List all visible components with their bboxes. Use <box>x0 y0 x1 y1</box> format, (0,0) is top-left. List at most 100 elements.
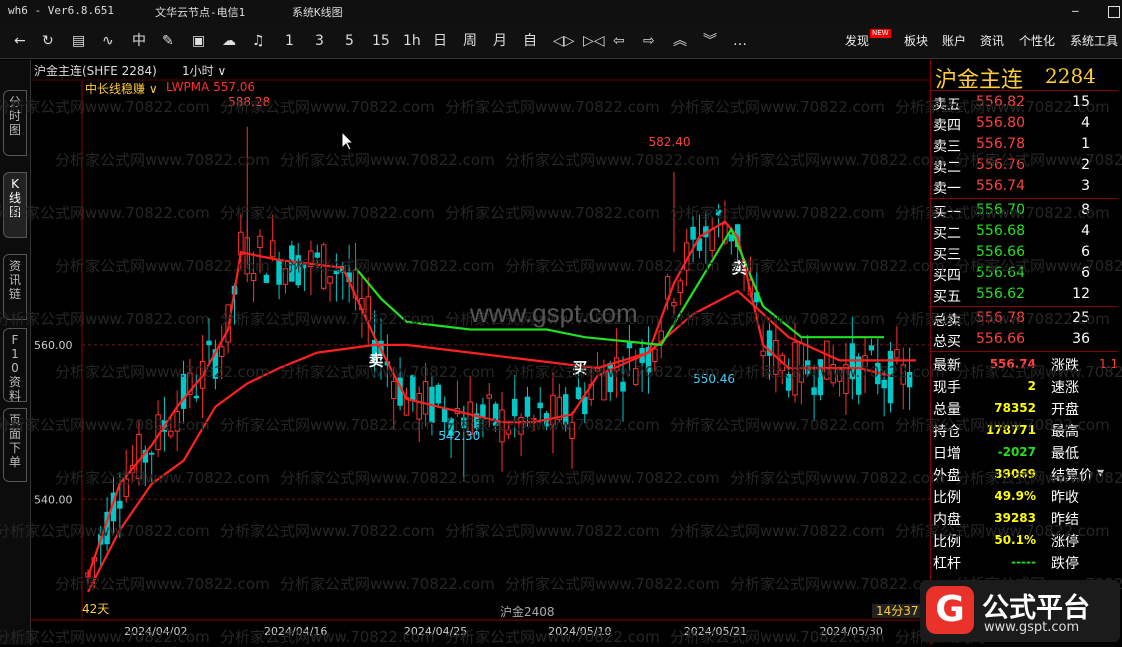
ask-row-cell: 卖四 <box>933 118 961 134</box>
tab-order[interactable]: 页面下单 <box>3 408 27 482</box>
ask-row: 卖二 556.76 2 <box>931 155 1118 176</box>
candle-body <box>811 387 817 395</box>
candle-body <box>276 259 282 285</box>
bell-icon[interactable]: ♫ <box>252 33 265 49</box>
sector-link[interactable]: 板块 <box>904 32 928 49</box>
x-tick-label: 2024/04/16 <box>264 625 327 638</box>
period-week[interactable]: 周 <box>463 33 477 49</box>
candle-body <box>620 381 626 392</box>
stat-row: 总量 78352 开盘 <box>931 397 1118 418</box>
tab-f10[interactable]: F10资料 <box>3 328 27 403</box>
countdown-label: 14分37 <box>876 604 919 618</box>
panel-icon[interactable]: ▣ <box>192 33 205 49</box>
personalize-link[interactable]: 个性化 <box>1019 32 1055 49</box>
account-link[interactable]: 账户 <box>942 32 966 49</box>
cloud-icon[interactable]: ☁ <box>222 33 236 49</box>
line-chart-icon[interactable]: ∿ <box>102 33 114 49</box>
period-custom[interactable]: 自 <box>523 33 537 49</box>
ask-row: 卖五 556.82 15 <box>931 92 1118 113</box>
candle-body <box>626 342 633 349</box>
kline-chart[interactable]: 沪金主连(SHFE 2284) 1小时 ∨ 中长线稳赚 ∨ LWPMA 557.… <box>30 60 930 640</box>
stat-cell: -2027 <box>997 445 1036 459</box>
tools-icon[interactable]: ✎ <box>162 33 174 49</box>
ask-row-cell: 15 <box>1072 94 1090 110</box>
candle-body <box>868 345 875 351</box>
center-watermark: www.gspt.com <box>470 298 638 328</box>
candle-body <box>900 364 906 385</box>
ask-row: 卖一 556.74 3 <box>931 176 1118 197</box>
candle-body <box>314 252 321 258</box>
chart-canvas[interactable]: 560.00 540.00 2024/04/02 2024/04/16 2024/04/… <box>30 60 930 640</box>
scroll-right-icon[interactable]: ⇨ <box>643 33 655 49</box>
candle-body <box>486 394 492 399</box>
candle-body <box>798 343 805 383</box>
discover-link[interactable]: 发现 <box>845 32 869 49</box>
tab-news-chain[interactable]: 资讯链 <box>3 254 27 320</box>
back-icon[interactable]: ← <box>14 33 26 49</box>
candle-body <box>671 301 677 307</box>
candle-body <box>301 263 308 269</box>
maximize-button[interactable] <box>1108 6 1120 18</box>
period-month[interactable]: 月 <box>493 33 507 49</box>
signal-label: 买 <box>572 359 587 377</box>
bid-row-cell: 4 <box>1081 223 1090 239</box>
candle-body <box>505 429 512 435</box>
more-icon[interactable]: … <box>733 33 747 49</box>
system-tools-link[interactable]: 系统工具 <box>1070 32 1118 49</box>
total-row: 总卖 556.78 25 <box>931 308 1118 329</box>
stat-cell: 比例 <box>933 490 961 506</box>
period-1[interactable]: 1 <box>285 33 294 49</box>
stat-row: 杠杆 ----- 跌停 <box>931 551 1118 572</box>
stat-cell: 外盘 <box>933 468 961 484</box>
bid-row: 买一 556.70 8 <box>931 200 1118 221</box>
zoom-in-icon[interactable]: ◁▷ <box>553 33 575 49</box>
y-tick-label: 540.00 <box>34 493 73 506</box>
candle-body <box>785 374 792 391</box>
period-5[interactable]: 5 <box>345 33 354 49</box>
tab-kline[interactable]: K线图 <box>3 172 27 238</box>
period-15[interactable]: 15 <box>372 33 390 49</box>
ask-row-cell: 556.76 <box>976 157 1025 173</box>
divider <box>931 351 1118 352</box>
up-icon[interactable]: ︽ <box>673 33 687 49</box>
minimize-button[interactable]: — <box>1072 4 1079 17</box>
bid-row-cell: 556.66 <box>976 244 1025 260</box>
candle-body <box>709 228 715 251</box>
candle-body <box>562 394 569 425</box>
stat-row: 日增 -2027 最低 <box>931 441 1118 462</box>
period-1h[interactable]: 1h <box>403 33 421 49</box>
quote-panel: 沪金主连 2284 卖五 556.82 15 卖四 556.80 4 卖三 556.78 1 卖二… <box>930 60 1118 645</box>
candle-body <box>518 416 524 435</box>
tab-timeshare[interactable]: 分时图 <box>3 90 27 156</box>
candle-body <box>333 269 340 275</box>
zoom-out-icon[interactable]: ▷◁ <box>583 33 605 49</box>
period-day[interactable]: 日 <box>433 33 447 49</box>
stat-cell: 速涨 <box>1051 380 1079 396</box>
chevron-down-icon[interactable]: ▾ <box>1097 465 1104 481</box>
stat-cell: 556.74 <box>989 357 1036 371</box>
left-tabs: 分时图 K线图 资讯链 F10资料 页面下单 <box>0 60 31 645</box>
down-icon[interactable]: ︾ <box>703 33 717 49</box>
candle-body <box>906 371 913 388</box>
candle-body <box>524 396 531 417</box>
stat-cell: 结算价 <box>1051 468 1093 484</box>
candle-body <box>327 276 333 284</box>
bid-row-cell: 买一 <box>933 205 961 221</box>
bid-row: 买三 556.66 6 <box>931 242 1118 263</box>
candle-body <box>435 384 442 404</box>
x-tick-label: 2024/04/25 <box>404 625 467 638</box>
period-3[interactable]: 3 <box>315 33 324 49</box>
candle-icon[interactable]: 中 <box>132 33 146 49</box>
scroll-left-icon[interactable]: ⇦ <box>613 33 625 49</box>
refresh-icon[interactable]: ↻ <box>42 33 54 49</box>
stat-cell: 开盘 <box>1051 402 1079 418</box>
divider <box>931 306 1118 307</box>
stat-cell: 最低 <box>1051 446 1079 462</box>
candle-body <box>441 408 448 423</box>
bid-row-cell: 买三 <box>933 247 961 263</box>
candle-body <box>410 375 416 401</box>
table-icon[interactable]: ▤ <box>72 33 85 49</box>
candle-body <box>887 350 894 404</box>
news-link[interactable]: 资讯 <box>980 32 1004 49</box>
low-label: 542.30 <box>438 429 480 443</box>
